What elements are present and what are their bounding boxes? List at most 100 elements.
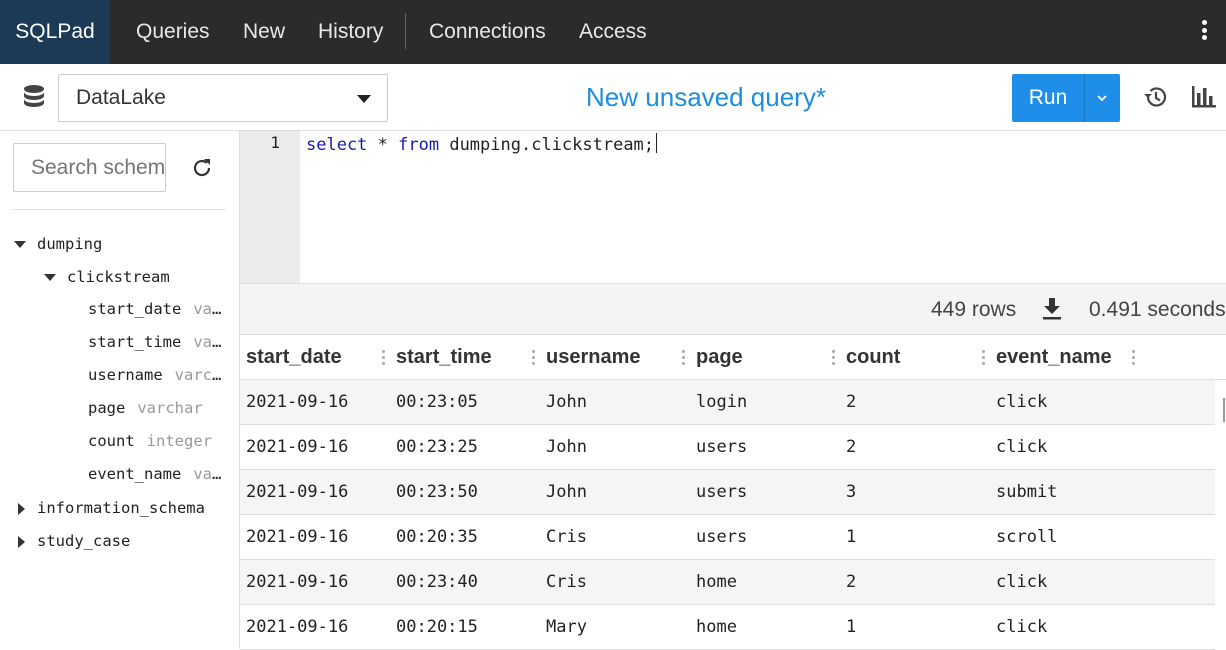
caret-down-icon[interactable]: [44, 274, 56, 281]
table-cell[interactable]: 2: [846, 425, 856, 470]
sidebar-divider: [12, 209, 226, 210]
table-cell[interactable]: 3: [846, 470, 856, 515]
table-cell[interactable]: 2021-09-16: [246, 380, 348, 425]
table-cell[interactable]: users: [696, 470, 747, 515]
database-icon: [22, 84, 46, 110]
column-item[interactable]: count integer: [88, 432, 228, 450]
resize-handle[interactable]: [832, 350, 836, 368]
brand-logo[interactable]: SQLPad: [0, 0, 110, 64]
column-header[interactable]: start_time: [396, 335, 492, 380]
table-cell[interactable]: Cris: [546, 515, 587, 560]
table-cell[interactable]: 00:23:50: [396, 470, 478, 515]
table-cell[interactable]: click: [996, 380, 1047, 425]
table-row[interactable]: 2021-09-16 00:23:50 John users 3 submit: [240, 470, 1215, 515]
table-row[interactable]: 2021-09-16 00:20:15 Mary home 1 click: [240, 605, 1215, 650]
resize-handle[interactable]: [682, 350, 686, 368]
table-cell[interactable]: 2021-09-16: [246, 560, 348, 605]
table-cell[interactable]: click: [996, 605, 1047, 650]
table-cell[interactable]: 00:23:40: [396, 560, 478, 605]
table-cell[interactable]: submit: [996, 470, 1057, 515]
table-cell[interactable]: John: [546, 470, 587, 515]
column-header[interactable]: count: [846, 335, 900, 380]
column-header[interactable]: page: [696, 335, 743, 380]
table-cell[interactable]: scroll: [996, 515, 1057, 560]
query-title[interactable]: New unsaved query*: [500, 64, 912, 131]
caret-right-icon[interactable]: [18, 503, 25, 515]
nav-history[interactable]: History: [318, 0, 383, 64]
sql-keyword: select: [306, 135, 368, 155]
bar-chart-icon[interactable]: [1192, 86, 1216, 113]
table-clickstream[interactable]: clickstream: [67, 268, 170, 286]
column-name: event_name: [88, 465, 182, 483]
table-cell[interactable]: 1: [846, 605, 856, 650]
table-cell[interactable]: users: [696, 425, 747, 470]
query-toolbar: DataLake New unsaved query* Run: [0, 64, 1226, 131]
table-cell[interactable]: home: [696, 605, 737, 650]
top-nav: SQLPad Queries New History Connections A…: [0, 0, 1226, 64]
table-row[interactable]: 2021-09-16 00:20:35 Cris users 1 scroll: [240, 515, 1215, 560]
schema-dumping[interactable]: dumping: [37, 235, 102, 253]
column-item[interactable]: start_date varchar: [88, 300, 228, 318]
table-cell[interactable]: 00:23:05: [396, 380, 478, 425]
resize-handle[interactable]: [382, 350, 386, 368]
sql-editor[interactable]: select * from dumping.clickstream;: [306, 133, 658, 155]
resize-handle[interactable]: [532, 350, 536, 368]
column-type: varchar: [193, 300, 228, 318]
nav-new[interactable]: New: [243, 0, 285, 64]
column-type: integer: [146, 432, 212, 450]
table-row[interactable]: 2021-09-16 00:23:40 Cris home 2 click: [240, 560, 1215, 605]
query-duration: 0.491 seconds: [1089, 298, 1226, 321]
column-name: start_date: [88, 300, 182, 318]
line-number: 1: [270, 133, 280, 152]
table-cell[interactable]: John: [546, 380, 587, 425]
table-cell[interactable]: 2021-09-16: [246, 605, 348, 650]
schema-study-case[interactable]: study_case: [37, 532, 130, 550]
vertical-scrollbar[interactable]: [1222, 380, 1226, 649]
search-input[interactable]: [13, 143, 166, 192]
column-header[interactable]: username: [546, 335, 641, 380]
column-item[interactable]: start_time varchar: [88, 333, 228, 351]
caret-down-icon[interactable]: [14, 241, 26, 248]
run-button[interactable]: Run: [1012, 74, 1084, 122]
column-header[interactable]: event_name: [996, 335, 1112, 380]
table-cell[interactable]: Mary: [546, 605, 587, 650]
refresh-icon[interactable]: [191, 157, 213, 184]
table-cell[interactable]: 2021-09-16: [246, 470, 348, 515]
nav-access[interactable]: Access: [579, 0, 647, 64]
chevron-down-icon: [1097, 95, 1107, 102]
nav-queries[interactable]: Queries: [136, 0, 210, 64]
table-cell[interactable]: John: [546, 425, 587, 470]
nav-connections[interactable]: Connections: [429, 0, 546, 64]
table-cell[interactable]: 00:23:25: [396, 425, 478, 470]
column-item[interactable]: username varchar: [88, 366, 228, 384]
table-cell[interactable]: 2021-09-16: [246, 515, 348, 560]
table-cell[interactable]: login: [696, 380, 747, 425]
resize-handle[interactable]: [982, 350, 986, 368]
kebab-menu-icon[interactable]: [1196, 20, 1212, 44]
connection-select[interactable]: DataLake: [58, 74, 388, 122]
run-options-button[interactable]: [1084, 74, 1120, 122]
table-cell[interactable]: click: [996, 425, 1047, 470]
table-cell[interactable]: 00:20:35: [396, 515, 478, 560]
column-header[interactable]: start_date: [246, 335, 342, 380]
download-icon[interactable]: [1043, 298, 1061, 325]
table-cell[interactable]: click: [996, 560, 1047, 605]
table-cell[interactable]: 1: [846, 515, 856, 560]
column-item[interactable]: event_name varchar: [88, 465, 228, 483]
table-cell[interactable]: Cris: [546, 560, 587, 605]
schema-information-schema[interactable]: information_schema: [37, 499, 205, 517]
history-icon[interactable]: [1143, 85, 1169, 114]
column-name: count: [88, 432, 135, 450]
table-cell[interactable]: home: [696, 560, 737, 605]
column-item[interactable]: page varchar: [88, 399, 228, 417]
table-cell[interactable]: 2: [846, 560, 856, 605]
editor-gutter: [240, 131, 300, 283]
table-cell[interactable]: users: [696, 515, 747, 560]
caret-right-icon[interactable]: [18, 536, 25, 548]
table-row[interactable]: 2021-09-16 00:23:25 John users 2 click: [240, 425, 1215, 470]
table-cell[interactable]: 2: [846, 380, 856, 425]
table-row[interactable]: 2021-09-16 00:23:05 John login 2 click: [240, 380, 1215, 425]
table-cell[interactable]: 2021-09-16: [246, 425, 348, 470]
table-cell[interactable]: 00:20:15: [396, 605, 478, 650]
resize-handle[interactable]: [1132, 350, 1136, 368]
